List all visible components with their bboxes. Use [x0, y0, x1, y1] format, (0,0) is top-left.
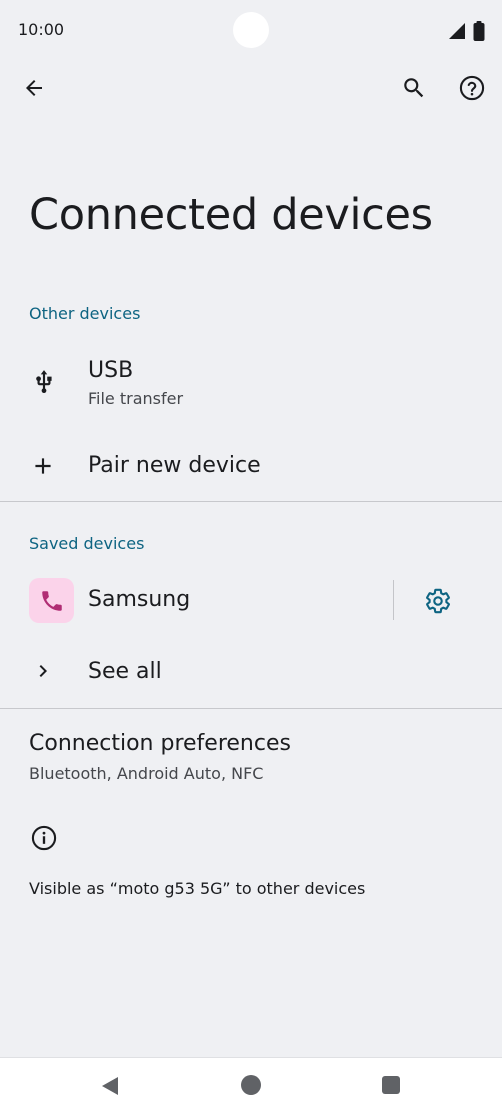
usb-title: USB [88, 358, 134, 383]
battery-icon [473, 21, 485, 41]
usb-row[interactable]: USB File transfer [0, 348, 502, 424]
usb-subtitle: File transfer [88, 389, 184, 408]
nav-recents-icon[interactable] [382, 1076, 400, 1094]
separator [393, 580, 394, 620]
other-devices-header: Other devices [29, 304, 141, 323]
gear-icon [426, 588, 450, 614]
device-name: Samsung [88, 587, 191, 612]
divider [0, 501, 502, 502]
status-time: 10:00 [18, 20, 65, 39]
page-title: Connected devices [29, 190, 433, 240]
pair-new-device-row[interactable]: Pair new device [0, 436, 502, 496]
plus-icon [35, 458, 51, 474]
nav-home-icon[interactable] [241, 1075, 261, 1095]
visible-as-text: Visible as “moto g53 5G” to other device… [29, 879, 366, 898]
nav-back-icon[interactable] [100, 1076, 120, 1096]
divider [0, 708, 502, 709]
connection-preferences-title: Connection preferences [29, 731, 291, 756]
saved-devices-header: Saved devices [29, 534, 145, 553]
info-icon [31, 825, 57, 851]
camera-cutout [233, 12, 269, 48]
help-button[interactable] [456, 72, 488, 104]
help-icon [459, 75, 485, 101]
chevron-right-icon [39, 665, 47, 677]
connection-preferences-row[interactable]: Connection preferences Bluetooth, Androi… [0, 720, 502, 794]
search-button[interactable] [398, 72, 430, 104]
connection-preferences-subtitle: Bluetooth, Android Auto, NFC [29, 764, 264, 783]
pair-new-device-label: Pair new device [88, 453, 261, 478]
device-settings-button[interactable] [420, 583, 456, 619]
usb-icon [36, 370, 52, 394]
see-all-label: See all [88, 659, 162, 684]
back-button[interactable] [18, 72, 50, 104]
arrow-back-icon [26, 80, 42, 96]
device-avatar [29, 578, 74, 623]
search-icon [404, 78, 424, 98]
phone-icon [41, 590, 62, 611]
signal-icon [449, 23, 465, 39]
see-all-row[interactable]: See all [0, 642, 502, 702]
